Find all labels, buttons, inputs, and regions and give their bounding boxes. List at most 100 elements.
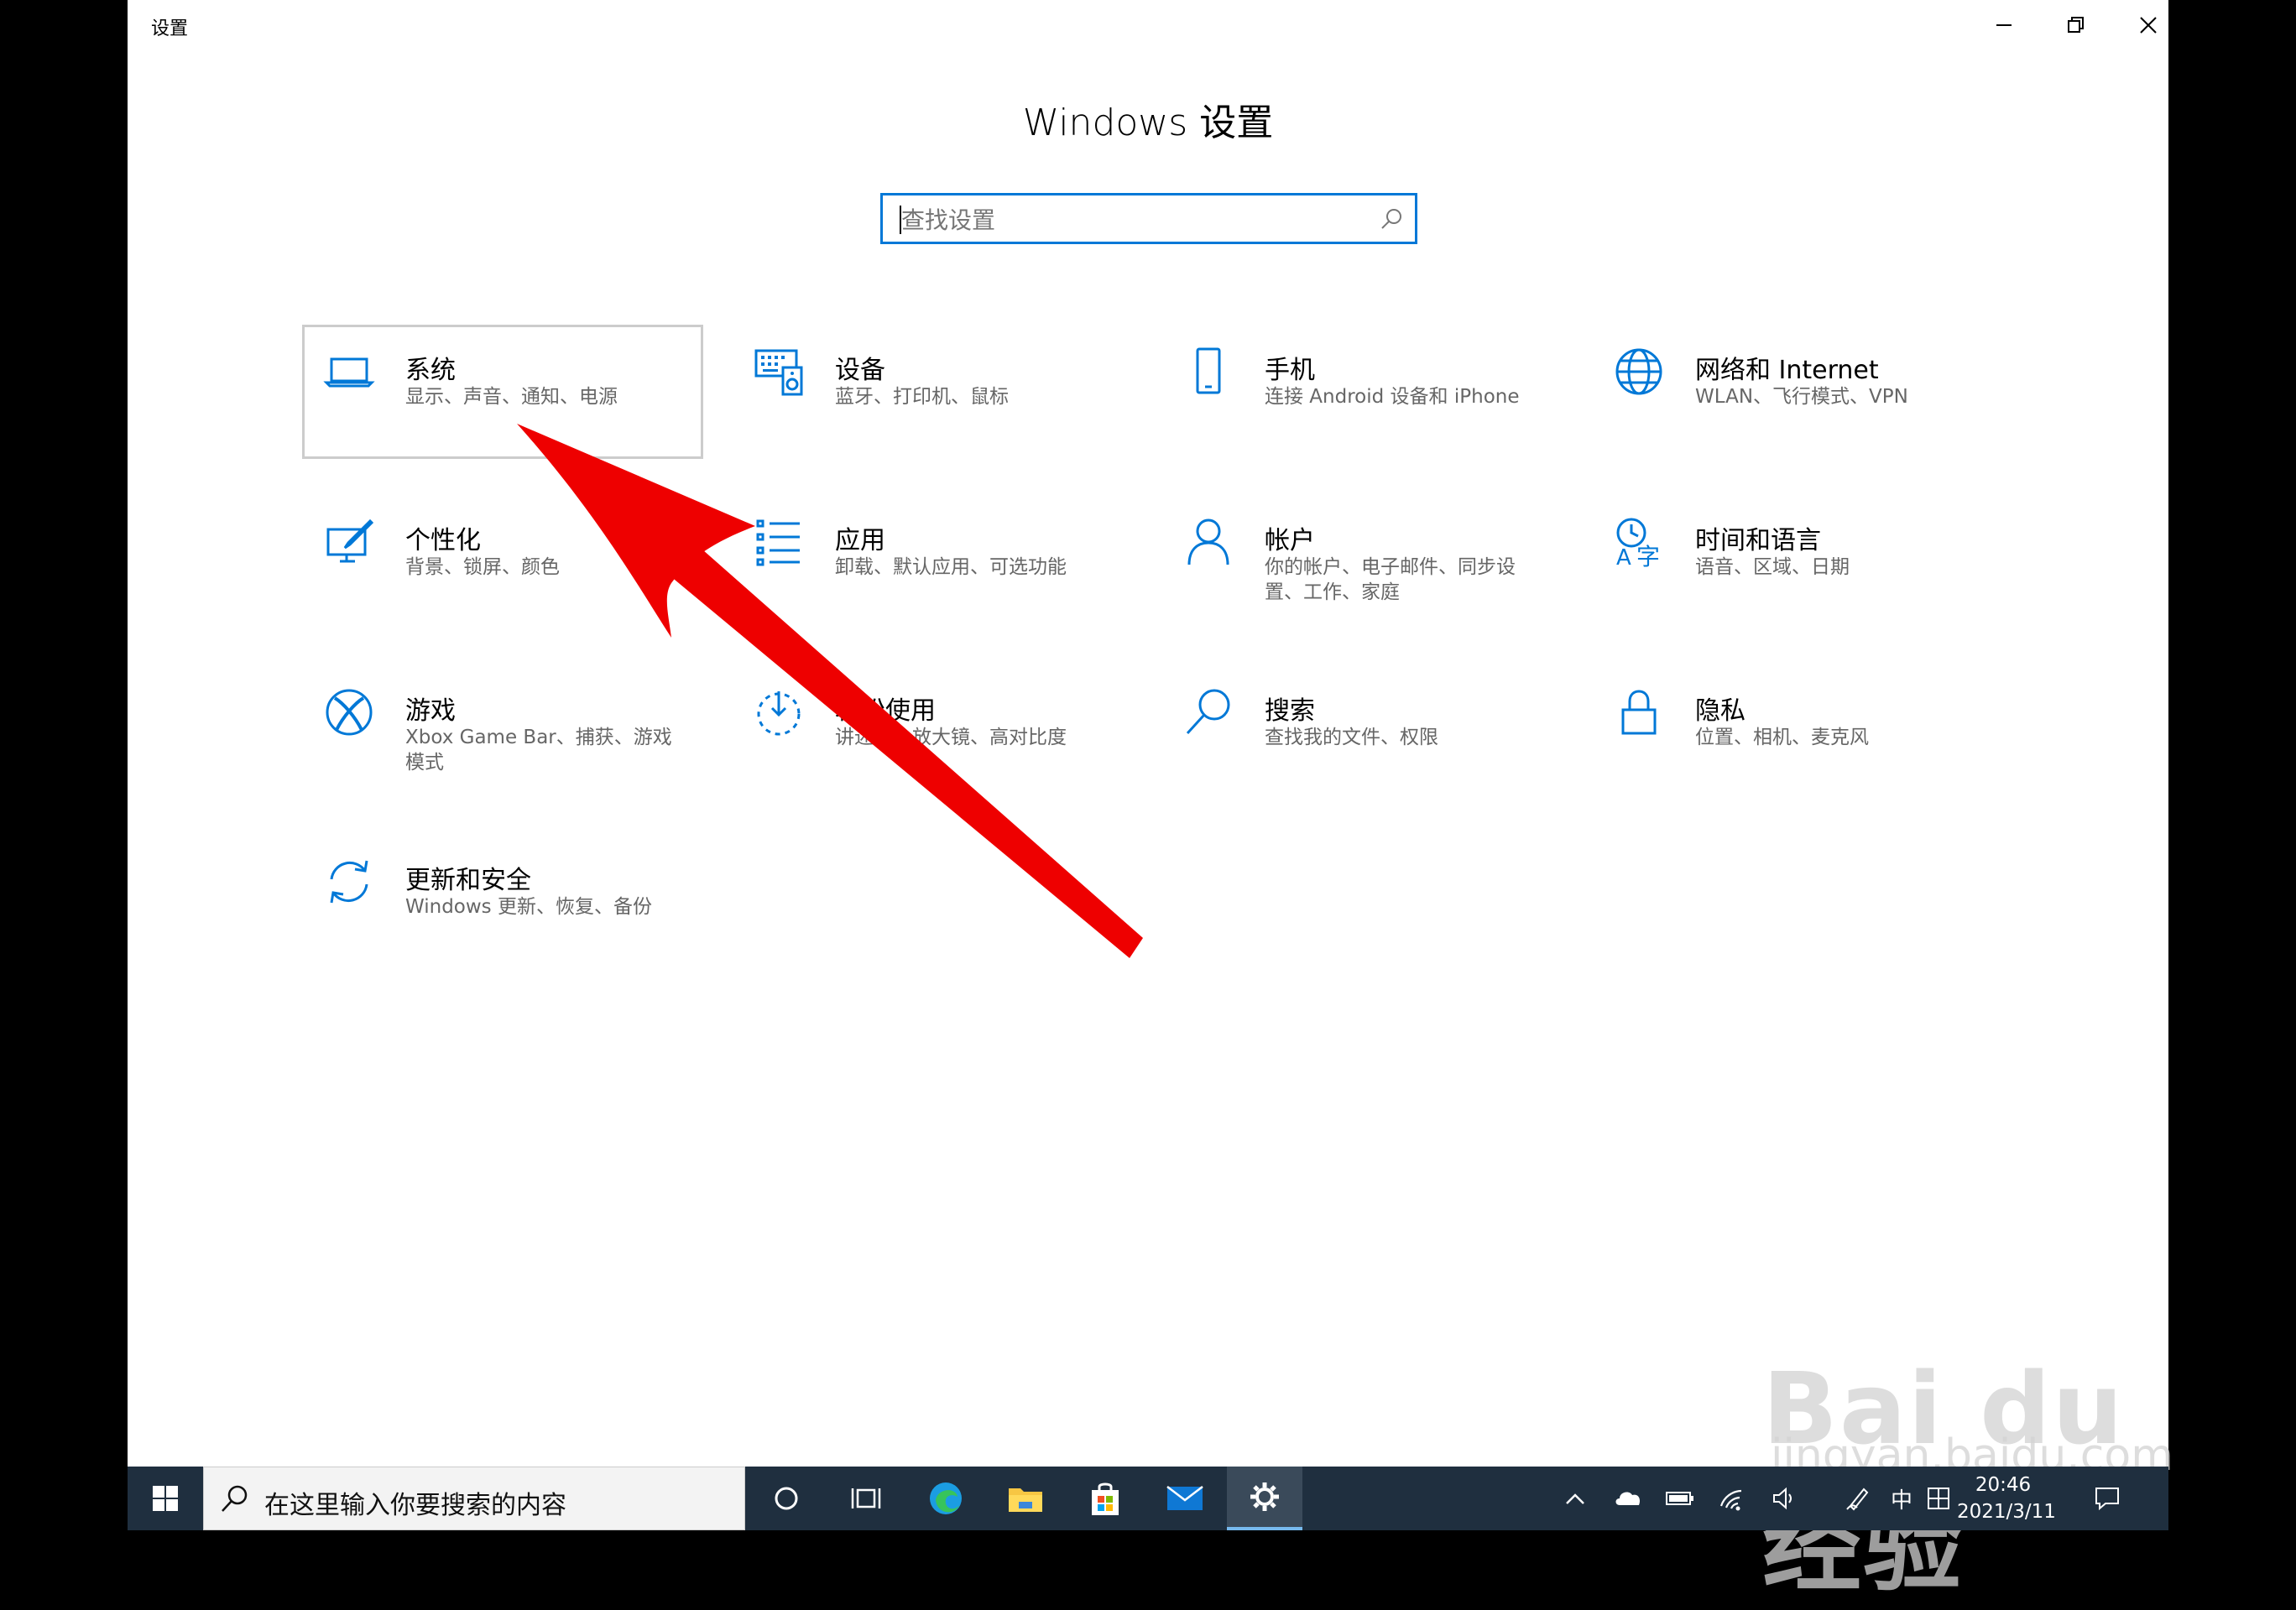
tile-title: 隐私 <box>1695 696 1745 726</box>
minimize-icon <box>1996 24 2012 26</box>
taskbar-search-text: 在这里输入你要搜索的内容 <box>264 1491 566 1520</box>
tile-description: 连接 Android 设备和 iPhone <box>1265 386 1520 408</box>
tile-phone[interactable]: 手机 连接 Android 设备和 iPhone <box>1161 325 1563 459</box>
tile-accounts[interactable]: 帐户 你的帐户、电子邮件、同步设置、工作、家庭 <box>1161 495 1563 629</box>
store-bag-icon <box>1092 1482 1119 1515</box>
taskbar-mail[interactable] <box>1147 1467 1223 1530</box>
volume-tray[interactable] <box>1759 1467 1809 1530</box>
notification-icon <box>2095 1488 2119 1511</box>
minimize-button[interactable] <box>1967 0 2041 50</box>
tile-title: 搜索 <box>1265 696 1315 726</box>
tile-gaming[interactable]: 游戏 Xbox Game Bar、捕获、游戏模式 <box>302 665 703 800</box>
tile-title: 手机 <box>1265 356 1315 385</box>
edge-browser-icon <box>930 1482 962 1514</box>
taskbar-store[interactable] <box>1067 1467 1143 1530</box>
time-language-icon: A字 <box>1613 516 1665 571</box>
close-button[interactable] <box>2111 0 2185 50</box>
battery-icon <box>1666 1492 1693 1505</box>
search-icon <box>1380 207 1403 234</box>
action-center-button[interactable] <box>2076 1467 2138 1530</box>
tile-description: 背景、锁屏、颜色 <box>405 556 560 578</box>
search-icon <box>222 1485 248 1512</box>
tile-title: 游戏 <box>405 696 456 726</box>
tile-title: 个性化 <box>405 526 481 555</box>
tile-devices[interactable]: 设备 蓝牙、打印机、鼠标 <box>732 325 1133 459</box>
pen-tray[interactable] <box>1834 1467 1881 1530</box>
tile-description: 卸载、默认应用、可选功能 <box>835 556 1067 578</box>
tile-description: 语音、区域、日期 <box>1695 556 1850 578</box>
tile-description: 蓝牙、打印机、鼠标 <box>835 386 1009 408</box>
tile-ease-of-access[interactable]: 轻松使用 讲述人、放大镜、高对比度 <box>732 665 1133 800</box>
ease-of-access-icon <box>753 686 805 738</box>
tile-title: 设备 <box>835 356 885 385</box>
taskbar-edge[interactable] <box>908 1467 984 1530</box>
tile-description: 讲述人、放大镜、高对比度 <box>835 727 1067 748</box>
tile-description: Windows 更新、恢复、备份 <box>405 896 652 918</box>
page-title: Windows 设置 <box>1022 102 1274 144</box>
ime-mode-tray[interactable] <box>1922 1467 1955 1530</box>
window-title: 设置 <box>151 18 189 39</box>
tile-time-language[interactable]: A字 时间和语言 语音、区域、日期 <box>1592 495 1993 629</box>
windows-logo-icon <box>153 1486 178 1511</box>
taskbar-file-explorer[interactable] <box>988 1467 1063 1530</box>
taskbar-clock[interactable]: 20:46 2021/3/11 <box>1957 1472 2056 1525</box>
tile-description: 查找我的文件、权限 <box>1265 727 1438 748</box>
cortana-button[interactable] <box>749 1467 824 1530</box>
clock-time: 20:46 <box>1975 1474 2032 1496</box>
lock-icon <box>1613 686 1665 738</box>
tile-title: 帐户 <box>1265 526 1315 555</box>
onedrive-tray[interactable] <box>1603 1467 1653 1530</box>
svg-text:字: 字 <box>1636 543 1660 568</box>
mail-icon <box>1166 1486 1203 1510</box>
magnifier-icon <box>1182 686 1234 738</box>
tile-privacy[interactable]: 隐私 位置、相机、麦克风 <box>1592 665 1993 800</box>
restore-button[interactable] <box>2039 0 2113 50</box>
laptop-icon <box>323 346 375 398</box>
svg-text:A: A <box>1616 545 1631 568</box>
search-input[interactable] <box>900 202 1373 237</box>
tile-title: 网络和 Internet <box>1695 356 1879 385</box>
settings-window: 设置 Windows 设置 系统 显示、声音、通知、电源 设备 蓝牙、打印机、鼠… <box>128 0 2168 1467</box>
folder-icon <box>1009 1488 1042 1512</box>
tile-title: 更新和安全 <box>405 866 531 895</box>
close-icon <box>2140 17 2157 34</box>
taskbar-search-box[interactable]: 在这里输入你要搜索的内容 <box>203 1467 745 1530</box>
baidu-watermark: Bai du 经验 jingyan.baidu.com <box>1754 1275 2173 1605</box>
cloud-icon <box>1615 1492 1641 1505</box>
task-view-icon <box>851 1488 881 1508</box>
tile-title: 轻松使用 <box>835 696 936 726</box>
tile-network[interactable]: 网络和 Internet WLAN、飞行模式、VPN <box>1592 325 1993 459</box>
gear-icon <box>1250 1482 1279 1511</box>
show-hidden-icons-button[interactable] <box>1554 1467 1596 1530</box>
tile-description: 位置、相机、麦克风 <box>1695 727 1869 748</box>
ime-indicator[interactable]: 中 <box>1883 1467 1920 1530</box>
globe-icon <box>1613 346 1665 398</box>
tile-title: 应用 <box>835 526 885 555</box>
person-icon <box>1182 516 1234 568</box>
tile-description: Xbox Game Bar、捕获、游戏模式 <box>405 727 672 774</box>
restore-icon <box>2068 17 2084 33</box>
ime-grid-icon <box>1928 1488 1949 1509</box>
taskbar-settings[interactable] <box>1227 1467 1302 1530</box>
tile-system[interactable]: 系统 显示、声音、通知、电源 <box>302 325 703 459</box>
settings-search-box[interactable] <box>880 193 1417 244</box>
cortana-circle-icon <box>775 1487 798 1510</box>
battery-tray[interactable] <box>1655 1467 1705 1530</box>
tile-personalization[interactable]: 个性化 背景、锁屏、颜色 <box>302 495 703 629</box>
tile-apps[interactable]: 应用 卸载、默认应用、可选功能 <box>732 495 1133 629</box>
tile-description: 你的帐户、电子邮件、同步设置、工作、家庭 <box>1265 556 1516 603</box>
speaker-icon <box>1773 1487 1792 1510</box>
xbox-icon <box>323 686 375 738</box>
wifi-icon <box>1719 1489 1742 1511</box>
tile-search[interactable]: 搜索 查找我的文件、权限 <box>1161 665 1563 800</box>
keyboard-speaker-icon <box>753 346 805 398</box>
network-tray[interactable] <box>1707 1467 1757 1530</box>
task-view-button[interactable] <box>828 1467 904 1530</box>
tile-title: 系统 <box>405 356 456 385</box>
tile-description: WLAN、飞行模式、VPN <box>1695 386 1908 408</box>
start-button[interactable] <box>128 1467 203 1530</box>
phone-icon <box>1182 346 1234 398</box>
tile-update-security[interactable]: 更新和安全 Windows 更新、恢复、备份 <box>302 835 703 969</box>
refresh-icon <box>323 856 375 908</box>
taskbar: 在这里输入你要搜索的内容 中 20:46 2021/3/11 <box>128 1467 2168 1530</box>
